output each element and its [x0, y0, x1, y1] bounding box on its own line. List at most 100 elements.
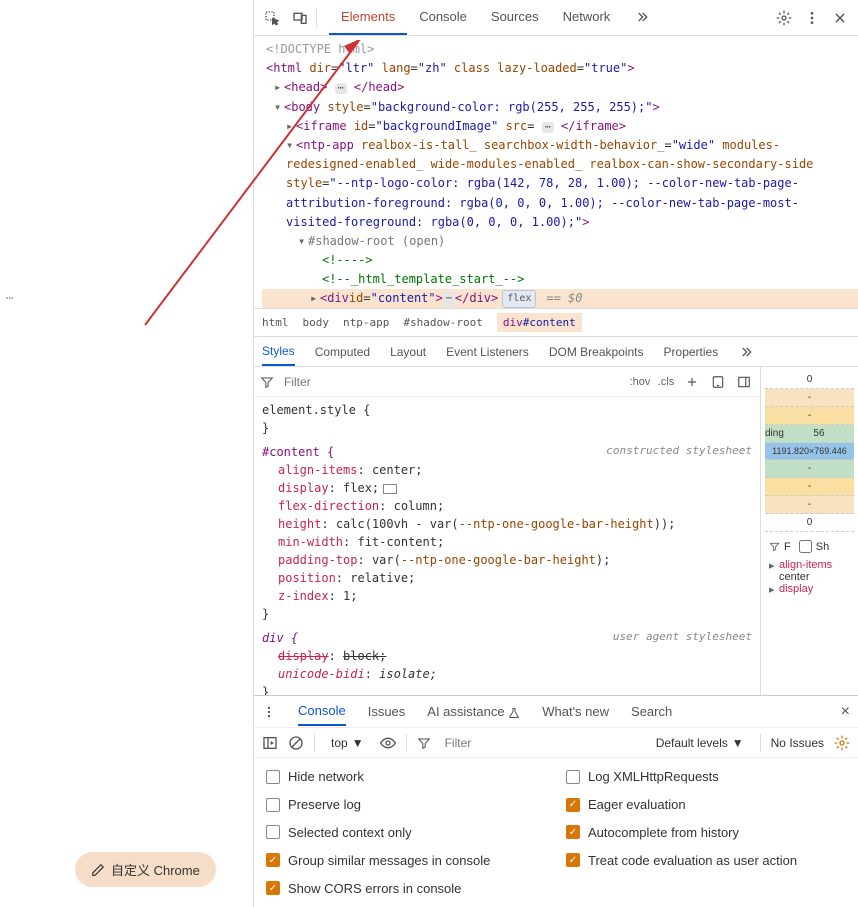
checkbox-icon[interactable] [266, 825, 280, 839]
tab-sources[interactable]: Sources [479, 0, 551, 35]
css-property[interactable]: height: calc(100vh - var(--ntp-one-googl… [262, 515, 752, 533]
customize-chrome-button[interactable]: 自定义 Chrome [75, 852, 216, 887]
toggle-icon[interactable]: ▸ [274, 78, 284, 97]
drawer-tab-issues[interactable]: Issues [368, 704, 406, 719]
drawer-kebab-icon[interactable] [262, 705, 276, 719]
dom-body[interactable]: ▾<body style="background-color: rgb(255,… [262, 98, 858, 117]
tab-more-icon[interactable] [622, 0, 662, 35]
toggle-icon[interactable]: ▾ [298, 232, 308, 251]
styles-tab-listeners[interactable]: Event Listeners [446, 339, 529, 365]
clear-console-icon[interactable] [288, 735, 304, 751]
styles-tab-styles[interactable]: Styles [262, 338, 295, 366]
close-icon[interactable] [828, 6, 852, 30]
new-rule-icon[interactable] [682, 372, 702, 392]
console-option[interactable]: ✓Eager evaluation [566, 796, 846, 814]
breadcrumb-item[interactable]: ntp-app [343, 316, 389, 329]
drawer-close-icon[interactable]: × [841, 703, 850, 721]
checkbox-icon[interactable]: ✓ [566, 798, 580, 812]
css-property[interactable]: display: flex; [262, 479, 752, 497]
console-settings-icon[interactable] [834, 735, 850, 751]
styles-tab-more-icon[interactable] [738, 338, 754, 366]
styles-tab-layout[interactable]: Layout [390, 339, 426, 365]
device-icon[interactable] [708, 372, 728, 392]
dom-selected-div[interactable]: ⋯ ▸<div id="content"> ⋯ </div>flex== $0 [262, 289, 858, 308]
context-select[interactable]: top ▼ [325, 734, 370, 752]
breadcrumb-item[interactable]: #shadow-root [403, 316, 482, 329]
console-option[interactable]: ✓Show CORS errors in console [266, 879, 546, 897]
styles-tab-computed[interactable]: Computed [315, 339, 370, 365]
content-rule[interactable]: #content {constructed stylesheet align-i… [262, 443, 752, 623]
dom-doctype[interactable]: <!DOCTYPE html> [262, 40, 858, 59]
css-property[interactable]: z-index: 1; [262, 587, 752, 605]
no-issues-label[interactable]: No Issues [771, 736, 824, 750]
toggle-icon[interactable]: ▸ [310, 289, 320, 308]
computed-prop[interactable]: align-items [769, 559, 850, 571]
kebab-icon[interactable] [800, 6, 824, 30]
flex-editor-icon[interactable] [383, 484, 397, 494]
drawer-tab-ai[interactable]: AI assistance [427, 704, 520, 719]
console-option[interactable]: Preserve log [266, 796, 546, 814]
dom-comment[interactable]: <!--_html_template_start_--> [262, 270, 858, 289]
checkbox-icon[interactable]: ✓ [566, 853, 580, 867]
checkbox-icon[interactable]: ✓ [266, 881, 280, 895]
console-option[interactable]: ✓Autocomplete from history [566, 824, 846, 842]
element-style-rule[interactable]: element.style { } [262, 401, 752, 437]
device-toggle-icon[interactable] [288, 6, 312, 30]
checkbox-icon[interactable]: ✓ [566, 825, 580, 839]
styles-filter-input[interactable] [280, 371, 624, 393]
hov-toggle[interactable]: :hov [630, 372, 650, 392]
computed-filter[interactable]: F [784, 541, 791, 553]
toggle-icon[interactable]: ▾ [274, 98, 284, 117]
css-property[interactable]: position: relative; [262, 569, 752, 587]
checkbox-icon[interactable]: ✓ [266, 853, 280, 867]
console-filter-input[interactable] [441, 732, 581, 754]
tab-elements[interactable]: Elements [329, 0, 407, 35]
tab-network[interactable]: Network [551, 0, 623, 35]
dom-shadow-root[interactable]: ▾#shadow-root (open) [262, 232, 858, 251]
checkbox-icon[interactable] [266, 770, 280, 784]
css-property[interactable]: align-items: center; [262, 461, 752, 479]
sidebar-toggle-icon[interactable] [262, 735, 278, 751]
dom-html[interactable]: <html dir="ltr" lang="zh" class lazy-loa… [262, 59, 858, 78]
inspect-icon[interactable] [260, 6, 284, 30]
css-property[interactable]: display: block; [262, 647, 752, 665]
dom-comment[interactable]: <!----> [262, 251, 858, 270]
tab-console[interactable]: Console [407, 0, 479, 35]
checkbox-icon[interactable] [566, 770, 580, 784]
drawer-tab-search[interactable]: Search [631, 704, 672, 719]
styles-tab-dom-bp[interactable]: DOM Breakpoints [549, 339, 644, 365]
settings-icon[interactable] [772, 6, 796, 30]
console-option[interactable]: ✓Group similar messages in console [266, 851, 546, 869]
css-property[interactable]: min-width: fit-content; [262, 533, 752, 551]
levels-select[interactable]: Default levels ▼ [650, 734, 750, 752]
css-property[interactable]: flex-direction: column; [262, 497, 752, 515]
console-option[interactable]: Log XMLHttpRequests [566, 768, 846, 786]
cls-toggle[interactable]: .cls [656, 372, 676, 392]
css-rules[interactable]: element.style { } #content {constructed … [254, 397, 760, 695]
dom-iframe[interactable]: ▸<iframe id="backgroundImage" src= ⋯ </i… [262, 117, 858, 136]
flex-badge[interactable]: flex [502, 290, 536, 308]
breadcrumb-item[interactable]: html [262, 316, 289, 329]
drawer-tab-console[interactable]: Console [298, 697, 346, 726]
toggle-icon[interactable]: ▾ [286, 136, 296, 155]
drawer-tab-whatsnew[interactable]: What's new [542, 704, 609, 719]
console-option[interactable]: Selected context only [266, 824, 546, 842]
breadcrumb-item-active[interactable]: div#content [497, 313, 582, 332]
toggle-icon[interactable]: ▸ [286, 117, 296, 136]
computed-prop[interactable]: display [769, 583, 850, 595]
dom-head[interactable]: ▸<head> ⋯ </head> [262, 78, 858, 97]
css-property[interactable]: padding-top: var(--ntp-one-google-bar-he… [262, 551, 752, 569]
console-option[interactable]: Hide network [266, 768, 546, 786]
css-property[interactable]: unicode-bidi: isolate; [262, 665, 752, 683]
panel-icon[interactable] [734, 372, 754, 392]
checkbox-icon[interactable] [266, 798, 280, 812]
console-option[interactable]: ✓Treat code evaluation as user action [566, 851, 846, 869]
flask-icon [508, 707, 520, 719]
breadcrumb-item[interactable]: body [303, 316, 330, 329]
dom-tree[interactable]: <!DOCTYPE html> <html dir="ltr" lang="zh… [254, 36, 858, 308]
eye-icon[interactable] [380, 735, 396, 751]
div-rule[interactable]: div {user agent stylesheet display: bloc… [262, 629, 752, 695]
styles-tab-props[interactable]: Properties [664, 339, 719, 365]
show-all-checkbox[interactable] [799, 540, 812, 553]
dom-ntp-app[interactable]: ▾<ntp-app realbox-is-tall_ searchbox-wid… [262, 136, 858, 232]
